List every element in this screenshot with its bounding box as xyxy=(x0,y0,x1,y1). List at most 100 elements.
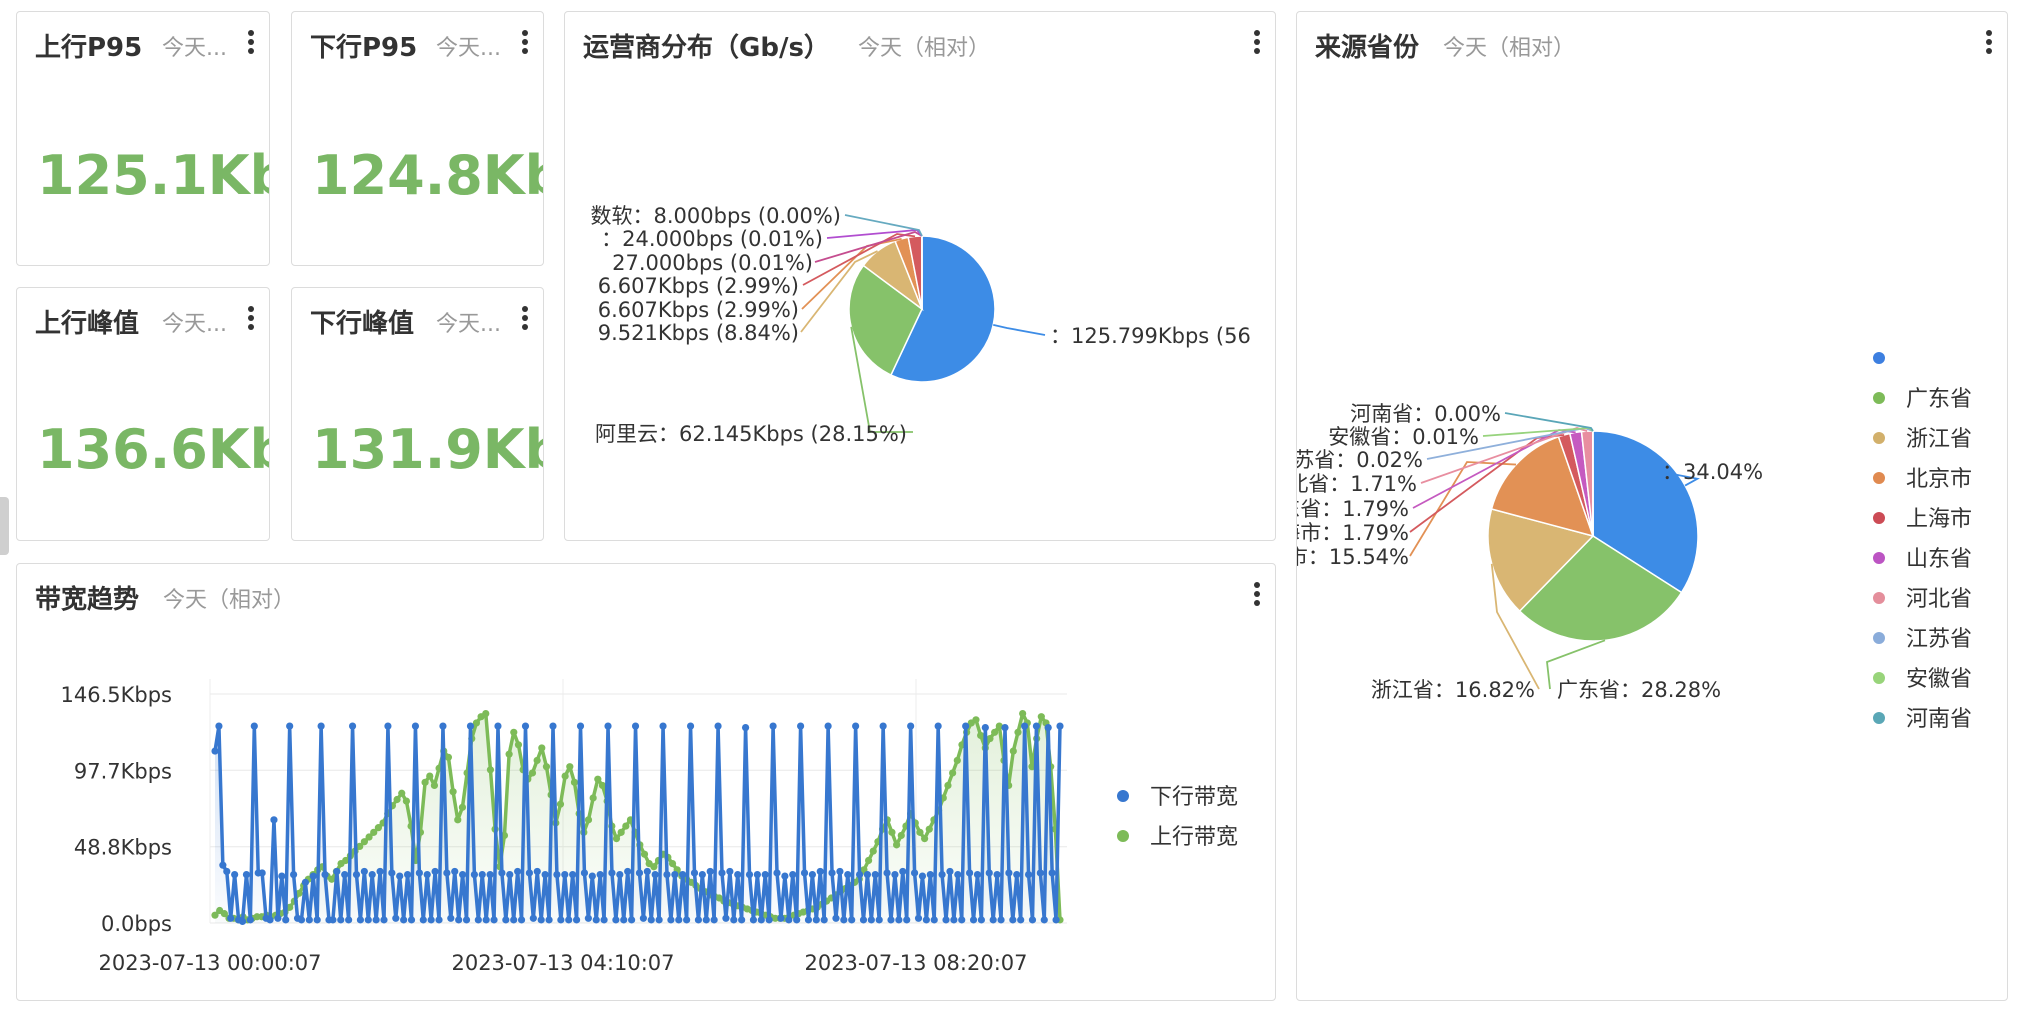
series-point xyxy=(393,795,401,804)
series-point xyxy=(565,916,573,924)
pie-label: 浙江省：16.82% xyxy=(1371,678,1535,702)
legend-label: 安徽省 xyxy=(1906,667,1972,692)
series-point xyxy=(899,867,907,876)
series-point xyxy=(514,741,523,749)
series-point xyxy=(616,870,624,879)
series-point xyxy=(474,916,482,924)
series-point xyxy=(668,860,677,868)
series-point xyxy=(542,763,551,771)
legend-swatch xyxy=(1873,472,1885,484)
series-point xyxy=(793,916,801,924)
series-point xyxy=(620,916,628,924)
series-point xyxy=(726,867,734,876)
legend-label: 北京市 xyxy=(1906,467,1972,492)
card-value: 125.1Kbps xyxy=(37,144,269,207)
series-point xyxy=(836,867,844,876)
series-point xyxy=(608,869,616,877)
legend-label: 上海市 xyxy=(1906,507,1972,532)
side-collapse-handle[interactable] xyxy=(0,497,9,555)
card-subtitle: 今天... xyxy=(162,36,227,61)
series-point xyxy=(706,867,714,876)
y-tick-label: 97.7Kbps xyxy=(74,759,172,783)
legend-swatch xyxy=(1117,830,1129,842)
series-point xyxy=(584,816,593,824)
card-value: 136.6Kbp xyxy=(37,418,269,481)
series-point xyxy=(969,916,978,924)
series-point xyxy=(926,870,934,879)
series-point xyxy=(317,722,325,730)
series-point xyxy=(1009,747,1017,755)
series-point xyxy=(309,872,317,880)
series-point xyxy=(812,916,820,924)
pie-label: 阿里云：62.145Kbps (28.15%) xyxy=(595,422,907,446)
series-point xyxy=(1036,869,1044,877)
card-title: 上行峰值 xyxy=(35,309,140,339)
series-point xyxy=(789,870,797,879)
legend-swatch xyxy=(1117,790,1129,802)
series-point xyxy=(918,872,927,880)
series-point xyxy=(533,867,541,876)
series-point xyxy=(1001,724,1009,732)
series-point xyxy=(640,850,649,858)
series-point xyxy=(478,870,486,879)
series-point xyxy=(421,778,429,786)
series-point xyxy=(916,828,924,836)
province-panel: 来源省份 今天（相对） ：34.04% 广东省：28.28% 浙江省：16.82% 市… xyxy=(1296,11,2008,1001)
legend-label: 山东省 xyxy=(1906,547,1972,572)
series-point xyxy=(953,756,961,765)
series-point xyxy=(986,734,994,743)
series-point xyxy=(977,916,985,924)
series-point xyxy=(852,722,860,730)
series-point xyxy=(447,914,455,922)
bandwidth-line-chart: 146.5Kbps 97.7Kbps 48.8Kbps 0.0bps 2023-07-1… xyxy=(61,679,1238,975)
series-point xyxy=(301,878,309,886)
vertical-ellipsis-icon[interactable] xyxy=(519,30,531,56)
series-point xyxy=(773,869,781,877)
series-point xyxy=(612,916,620,924)
series-point xyxy=(407,916,416,924)
series-point xyxy=(426,772,434,780)
series-point xyxy=(570,778,579,786)
series-point xyxy=(510,728,518,736)
series-point xyxy=(859,916,868,924)
series-point xyxy=(949,769,957,777)
series-point xyxy=(942,916,950,924)
series-point xyxy=(594,775,602,783)
pie-label-line xyxy=(993,324,1046,336)
series-point xyxy=(624,867,632,876)
series-point xyxy=(828,869,836,877)
series-point xyxy=(659,722,667,730)
series-point xyxy=(769,722,777,730)
series-point xyxy=(427,916,435,924)
series-point xyxy=(557,916,565,924)
series-point xyxy=(777,914,785,922)
series-point xyxy=(556,800,565,808)
series-point xyxy=(914,914,923,922)
vertical-ellipsis-icon[interactable] xyxy=(245,30,257,56)
pie-label: 6.607Kbps (2.99%) xyxy=(598,298,799,322)
series-point xyxy=(223,867,231,876)
y-tick-label: 0.0bps xyxy=(101,912,172,936)
x-tick-label: 2023-07-13 08:20:07 xyxy=(804,951,1027,975)
card-title: 下行P95 xyxy=(310,33,418,63)
series-point xyxy=(679,870,687,879)
series-point xyxy=(714,722,722,730)
series-point xyxy=(891,870,899,879)
series-point xyxy=(832,914,840,922)
series-point xyxy=(922,916,930,924)
vertical-ellipsis-icon[interactable] xyxy=(519,306,531,332)
series-point xyxy=(730,916,738,924)
series-point xyxy=(510,916,518,924)
series-point xyxy=(398,789,406,797)
stat-card-down-p95: 下行P95 今天... 124.8Kbps xyxy=(291,11,544,266)
series-point xyxy=(486,766,495,774)
series-point xyxy=(864,856,873,865)
series-point xyxy=(604,722,612,730)
series-point xyxy=(525,869,534,877)
series-point xyxy=(761,870,769,879)
vertical-ellipsis-icon[interactable] xyxy=(245,306,257,332)
stat-card-down-peak: 下行峰值 今天... 131.9Kbps xyxy=(291,287,544,541)
series-point xyxy=(1032,722,1041,730)
x-tick-label: 2023-07-13 04:10:07 xyxy=(451,951,674,975)
legend-swatch xyxy=(1873,672,1885,684)
